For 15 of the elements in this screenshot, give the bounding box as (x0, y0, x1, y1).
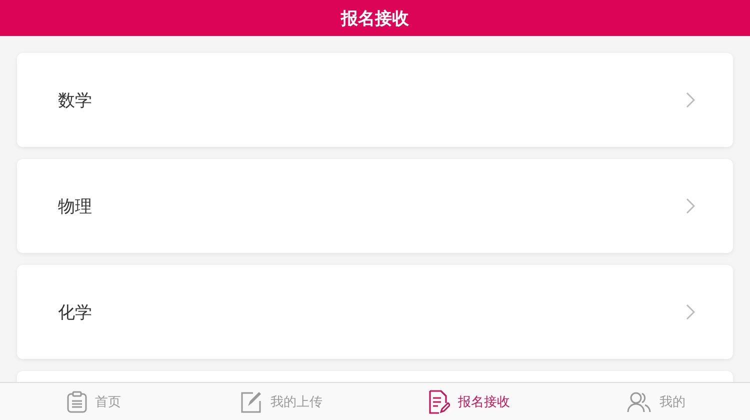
subject-name: 数学 (58, 90, 92, 112)
clipboard-icon (66, 390, 87, 412)
chevron-right-icon (686, 92, 695, 108)
header-title: 报名接收 (341, 8, 409, 30)
subject-card[interactable]: 物理 (17, 159, 733, 253)
document-edit-icon (428, 390, 450, 414)
subject-name: 化学 (58, 302, 92, 324)
chevron-right-icon (686, 304, 695, 320)
subject-card[interactable]: 化学 (17, 265, 733, 359)
subject-card[interactable]: 数学 (17, 53, 733, 147)
users-icon (627, 390, 652, 412)
chevron-right-icon (686, 198, 695, 214)
subject-name: 物理 (58, 196, 92, 218)
edit-icon (240, 390, 262, 412)
tab-item[interactable]: 报名接收 (375, 383, 562, 420)
